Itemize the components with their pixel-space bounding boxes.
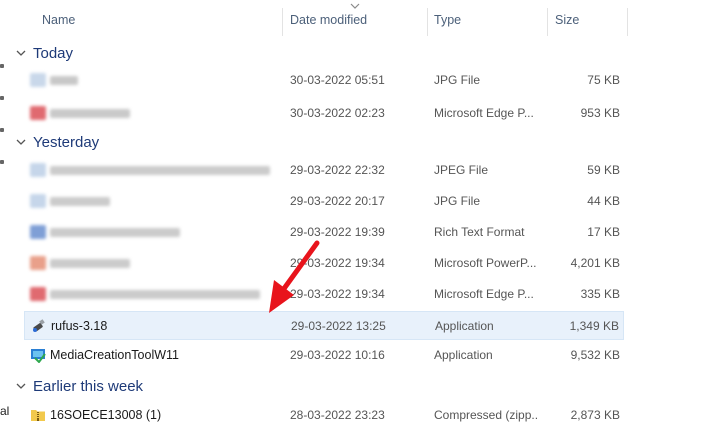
size-cell: 75 KB bbox=[587, 73, 620, 87]
date-cell: 30-03-2022 05:51 bbox=[290, 73, 385, 87]
size-cell: 1,349 KB bbox=[569, 319, 619, 333]
size-cell: 4,201 KB bbox=[570, 256, 620, 270]
type-cell: Application bbox=[435, 319, 494, 333]
file-row[interactable]: 30-03-2022 02:23 Microsoft Edge P... 953… bbox=[24, 99, 624, 128]
column-divider[interactable] bbox=[547, 8, 548, 36]
chevron-down-icon[interactable] bbox=[14, 46, 28, 60]
date-cell: 30-03-2022 02:23 bbox=[290, 106, 385, 120]
file-row[interactable]: 29-03-2022 20:17 JPG File 44 KB bbox=[24, 187, 624, 216]
size-cell: 59 KB bbox=[587, 163, 620, 177]
type-cell: Microsoft PowerP... bbox=[434, 256, 537, 270]
type-cell: JPEG File bbox=[434, 163, 489, 177]
file-row-selected[interactable]: rufus-3.18 29-03-2022 13:25 Application … bbox=[24, 311, 624, 340]
type-cell: JPG File bbox=[434, 194, 481, 208]
type-cell: Microsoft Edge P... bbox=[434, 287, 534, 301]
group-header-yesterday[interactable]: Yesterday bbox=[14, 131, 99, 153]
date-cell: 29-03-2022 19:34 bbox=[290, 256, 385, 270]
column-size[interactable]: Size bbox=[555, 13, 579, 27]
file-row[interactable]: 29-03-2022 19:39 Rich Text Format 17 KB bbox=[24, 218, 624, 247]
column-divider[interactable] bbox=[282, 8, 283, 36]
size-cell: 17 KB bbox=[587, 225, 620, 239]
date-cell: 29-03-2022 22:32 bbox=[290, 163, 385, 177]
size-cell: 9,532 KB bbox=[570, 348, 620, 362]
nav-pane-edge bbox=[0, 96, 4, 100]
file-row[interactable]: 29-03-2022 22:32 JPEG File 59 KB bbox=[24, 156, 624, 185]
group-label: Yesterday bbox=[33, 133, 100, 151]
group-header-earlier-this-week[interactable]: Earlier this week bbox=[14, 375, 143, 397]
date-cell: 28-03-2022 23:23 bbox=[290, 408, 385, 422]
type-cell: Rich Text Format bbox=[434, 225, 525, 239]
column-divider[interactable] bbox=[427, 8, 428, 36]
size-cell: 44 KB bbox=[587, 194, 620, 208]
file-name: 16SOECE13008 (1) bbox=[50, 408, 162, 422]
file-row[interactable]: 16SOECE13008 (1) 28-03-2022 23:23 Compre… bbox=[24, 401, 624, 430]
date-cell: 29-03-2022 20:17 bbox=[290, 194, 385, 208]
column-date-modified[interactable]: Date modified bbox=[290, 13, 367, 27]
size-cell: 2,873 KB bbox=[570, 408, 620, 422]
column-type[interactable]: Type bbox=[434, 13, 461, 27]
date-cell: 29-03-2022 19:39 bbox=[290, 225, 385, 239]
nav-pane-edge bbox=[0, 128, 4, 132]
nav-pane-edge bbox=[0, 64, 4, 68]
file-row[interactable]: 29-03-2022 19:34 Microsoft PowerP... 4,2… bbox=[24, 249, 624, 278]
media-creation-tool-icon bbox=[31, 349, 46, 363]
group-header-today[interactable]: Today bbox=[14, 42, 73, 64]
file-row[interactable]: MediaCreationToolW11 29-03-2022 10:16 Ap… bbox=[24, 341, 624, 370]
date-cell: 29-03-2022 19:34 bbox=[290, 287, 385, 301]
date-cell: 29-03-2022 13:25 bbox=[291, 319, 386, 333]
zip-folder-icon bbox=[31, 410, 45, 421]
chevron-down-icon[interactable] bbox=[14, 379, 28, 393]
file-row[interactable]: 30-03-2022 05:51 JPG File 75 KB bbox=[24, 66, 624, 95]
column-header: Name Date modified Type Size bbox=[0, 0, 728, 38]
nav-pane-label-fragment: al bbox=[0, 404, 10, 418]
nav-pane-edge bbox=[0, 160, 4, 164]
file-row[interactable]: 29-03-2022 19:34 Microsoft Edge P... 335… bbox=[24, 280, 624, 309]
date-cell: 29-03-2022 10:16 bbox=[290, 348, 385, 362]
type-cell: Application bbox=[434, 348, 493, 362]
file-name: MediaCreationToolW11 bbox=[50, 348, 179, 362]
column-name[interactable]: Name bbox=[42, 13, 75, 27]
group-label: Earlier this week bbox=[33, 377, 144, 395]
type-cell: JPG File bbox=[434, 73, 481, 87]
chevron-down-icon[interactable] bbox=[14, 135, 28, 149]
size-cell: 335 KB bbox=[580, 287, 620, 301]
size-cell: 953 KB bbox=[580, 106, 620, 120]
group-label: Today bbox=[33, 44, 74, 62]
type-cell: Microsoft Edge P... bbox=[434, 106, 534, 120]
type-cell: Compressed (zipp... bbox=[434, 408, 538, 422]
column-divider[interactable] bbox=[627, 8, 628, 36]
file-name: rufus-3.18 bbox=[51, 319, 108, 333]
sort-descending-icon[interactable] bbox=[348, 1, 362, 11]
rufus-usb-icon bbox=[33, 319, 45, 332]
